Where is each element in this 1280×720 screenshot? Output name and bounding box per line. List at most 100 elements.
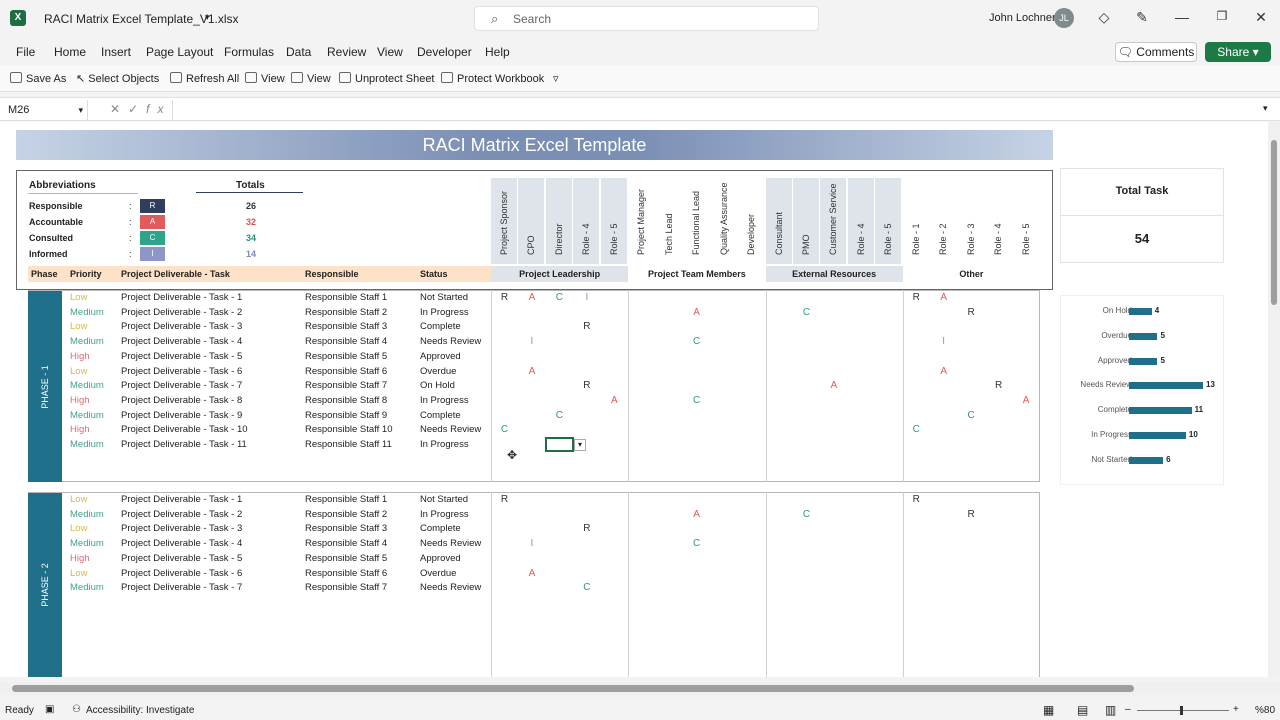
priority-cell[interactable]: Medium bbox=[70, 509, 104, 520]
raci-mark-R[interactable]: R bbox=[491, 494, 518, 505]
accessibility-icon[interactable]: ⚇ bbox=[72, 704, 81, 715]
table-row[interactable]: Low Project Deliverable - Task - 1 Respons… bbox=[62, 493, 1040, 508]
name-box[interactable]: M26 ▾ bbox=[4, 100, 88, 120]
table-row[interactable]: Medium Project Deliverable - Task - 9 Resp… bbox=[62, 409, 1040, 424]
raci-mark-A[interactable]: A bbox=[930, 292, 957, 303]
responsible-cell[interactable]: Responsible Staff 2 bbox=[305, 307, 387, 318]
raci-mark-A[interactable]: A bbox=[518, 366, 545, 377]
vertical-scroll-thumb[interactable] bbox=[1271, 140, 1277, 305]
task-cell[interactable]: Project Deliverable - Task - 5 bbox=[121, 553, 242, 564]
status-cell[interactable]: Needs Review bbox=[420, 582, 481, 593]
priority-cell[interactable]: Medium bbox=[70, 538, 104, 549]
zoom-out-icon[interactable]: – bbox=[1125, 704, 1131, 715]
responsible-cell[interactable]: Responsible Staff 3 bbox=[305, 523, 387, 534]
expand-formula-icon[interactable]: ▾ bbox=[1263, 103, 1268, 114]
table-row[interactable]: Low Project Deliverable - Task - 6 Respons… bbox=[62, 365, 1040, 380]
priority-cell[interactable]: Low bbox=[70, 568, 87, 579]
horizontal-scroll-thumb[interactable] bbox=[12, 685, 1134, 692]
raci-mark-R[interactable]: R bbox=[958, 307, 985, 318]
macro-icon[interactable]: ▣ bbox=[45, 704, 54, 715]
status-cell[interactable]: In Progress bbox=[420, 395, 469, 406]
table-row[interactable]: Low Project Deliverable - Task - 6 Respons… bbox=[62, 567, 1040, 582]
task-cell[interactable]: Project Deliverable - Task - 9 bbox=[121, 410, 242, 421]
raci-mark-A[interactable]: A bbox=[1013, 395, 1040, 406]
menu-file[interactable]: File bbox=[16, 45, 35, 59]
task-cell[interactable]: Project Deliverable - Task - 10 bbox=[121, 424, 248, 435]
zoom-slider[interactable] bbox=[1137, 710, 1229, 711]
fx-icon[interactable]: fx bbox=[146, 102, 171, 116]
raci-mark-A[interactable]: A bbox=[820, 380, 847, 391]
raci-mark-C[interactable]: C bbox=[491, 424, 518, 435]
page-layout-icon[interactable]: ▤ bbox=[1077, 703, 1088, 717]
menu-data[interactable]: Data bbox=[286, 45, 311, 59]
responsible-cell[interactable]: Responsible Staff 9 bbox=[305, 410, 387, 421]
task-cell[interactable]: Project Deliverable - Task - 5 bbox=[121, 351, 242, 362]
protect-workbook-button[interactable]: Protect Workbook bbox=[441, 72, 544, 85]
avatar[interactable]: JL bbox=[1054, 8, 1074, 28]
priority-cell[interactable]: Low bbox=[70, 523, 87, 534]
responsible-cell[interactable]: Responsible Staff 5 bbox=[305, 553, 387, 564]
task-cell[interactable]: Project Deliverable - Task - 2 bbox=[121, 509, 242, 520]
cancel-icon[interactable]: ✕ bbox=[110, 102, 128, 116]
responsible-cell[interactable]: Responsible Staff 5 bbox=[305, 351, 387, 362]
search-input[interactable]: ⌕ Search bbox=[474, 6, 819, 31]
task-cell[interactable]: Project Deliverable - Task - 4 bbox=[121, 538, 242, 549]
page-break-icon[interactable]: ▥ bbox=[1105, 703, 1116, 717]
priority-cell[interactable]: Low bbox=[70, 366, 87, 377]
status-cell[interactable]: Overdue bbox=[420, 568, 456, 579]
share-button[interactable]: Share ▾ bbox=[1205, 42, 1271, 62]
table-row[interactable]: High Project Deliverable - Task - 5 Respon… bbox=[62, 552, 1040, 567]
raci-mark-C[interactable]: C bbox=[793, 307, 820, 318]
selected-cell[interactable] bbox=[545, 437, 574, 452]
raci-mark-A[interactable]: A bbox=[518, 568, 545, 579]
priority-cell[interactable]: Medium bbox=[70, 439, 104, 450]
comments-button[interactable]: 🗨 Comments bbox=[1115, 42, 1197, 62]
worksheet[interactable]: RACI Matrix Excel Template Abbreviations… bbox=[0, 122, 1268, 677]
raci-mark-A[interactable]: A bbox=[683, 509, 710, 520]
status-cell[interactable]: Complete bbox=[420, 410, 461, 421]
raci-mark-R[interactable]: R bbox=[491, 292, 518, 303]
formula-input[interactable] bbox=[172, 100, 1257, 120]
close-icon[interactable]: ✕ bbox=[1252, 9, 1270, 26]
priority-cell[interactable]: Medium bbox=[70, 307, 104, 318]
status-cell[interactable]: Not Started bbox=[420, 292, 468, 303]
task-cell[interactable]: Project Deliverable - Task - 1 bbox=[121, 292, 242, 303]
table-row[interactable]: Medium Project Deliverable - Task - 4 Resp… bbox=[62, 335, 1040, 350]
status-cell[interactable]: Complete bbox=[420, 321, 461, 332]
task-cell[interactable]: Project Deliverable - Task - 7 bbox=[121, 380, 242, 391]
select-objects-button[interactable]: ↖ Select Objects bbox=[76, 72, 159, 85]
vertical-scrollbar[interactable] bbox=[1268, 122, 1280, 677]
table-row[interactable]: High Project Deliverable - Task - 10 Respo… bbox=[62, 423, 1040, 438]
raci-mark-C[interactable]: C bbox=[683, 538, 710, 549]
status-cell[interactable]: Not Started bbox=[420, 494, 468, 505]
raci-mark-I[interactable]: I bbox=[930, 336, 957, 347]
raci-mark-C[interactable]: C bbox=[958, 410, 985, 421]
responsible-cell[interactable]: Responsible Staff 6 bbox=[305, 366, 387, 377]
task-cell[interactable]: Project Deliverable - Task - 1 bbox=[121, 494, 242, 505]
responsible-cell[interactable]: Responsible Staff 3 bbox=[305, 321, 387, 332]
priority-cell[interactable]: Low bbox=[70, 494, 87, 505]
raci-mark-C[interactable]: C bbox=[793, 509, 820, 520]
priority-cell[interactable]: High bbox=[70, 395, 90, 406]
menu-home[interactable]: Home bbox=[54, 45, 86, 59]
task-cell[interactable]: Project Deliverable - Task - 6 bbox=[121, 568, 242, 579]
menu-formulas[interactable]: Formulas bbox=[224, 45, 274, 59]
raci-mark-R[interactable]: R bbox=[958, 509, 985, 520]
accessibility-status[interactable]: Accessibility: Investigate bbox=[86, 705, 194, 716]
raci-mark-R[interactable]: R bbox=[903, 494, 930, 505]
responsible-cell[interactable]: Responsible Staff 1 bbox=[305, 292, 387, 303]
priority-cell[interactable]: Medium bbox=[70, 336, 104, 347]
view-checkbox-1[interactable]: View bbox=[245, 72, 285, 85]
status-cell[interactable]: Overdue bbox=[420, 366, 456, 377]
task-cell[interactable]: Project Deliverable - Task - 6 bbox=[121, 366, 242, 377]
table-row[interactable]: Medium Project Deliverable - Task - 2 Resp… bbox=[62, 508, 1040, 523]
refresh-all-button[interactable]: Refresh All bbox=[170, 72, 239, 85]
customize-ribbon-icon[interactable]: ▿ bbox=[553, 72, 559, 85]
raci-mark-A[interactable]: A bbox=[683, 307, 710, 318]
responsible-cell[interactable]: Responsible Staff 11 bbox=[305, 439, 392, 450]
responsible-cell[interactable]: Responsible Staff 2 bbox=[305, 509, 387, 520]
status-cell[interactable]: In Progress bbox=[420, 509, 469, 520]
table-row[interactable]: Low Project Deliverable - Task - 3 Respons… bbox=[62, 522, 1040, 537]
responsible-cell[interactable]: Responsible Staff 1 bbox=[305, 494, 387, 505]
view-checkbox-2[interactable]: View bbox=[291, 72, 331, 85]
